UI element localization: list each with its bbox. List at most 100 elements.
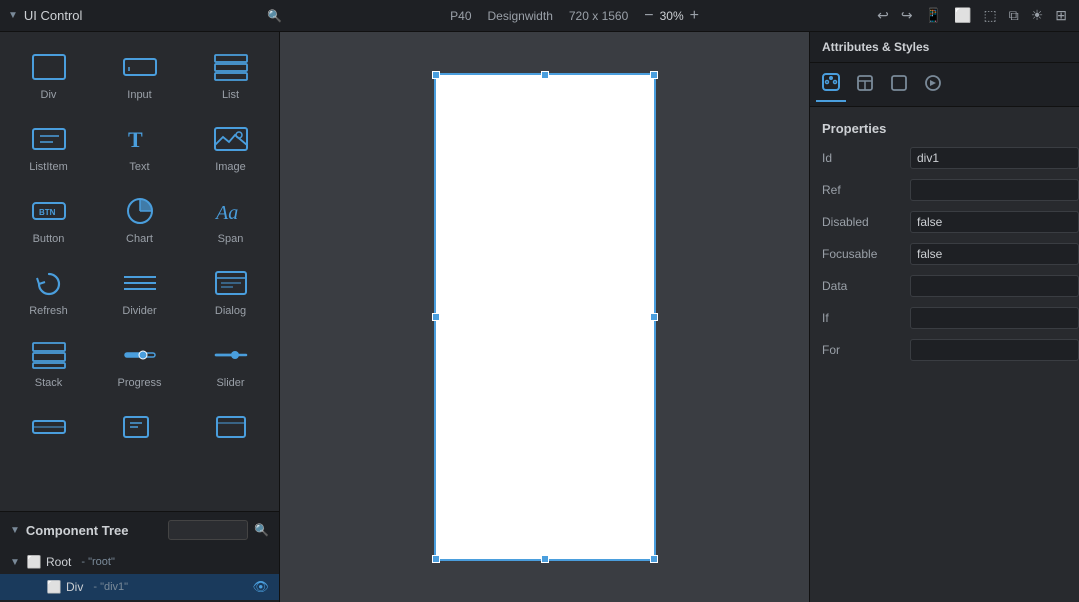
handle-bottom-center[interactable] — [541, 555, 549, 563]
prop-value-focusable[interactable] — [910, 243, 1079, 265]
component-slider[interactable]: Slider — [186, 328, 275, 398]
prop-value-for[interactable] — [910, 339, 1079, 361]
component-image[interactable]: Image — [186, 112, 275, 182]
rotate-button[interactable]: ⬚ — [979, 4, 1000, 27]
component-extra2[interactable] — [95, 400, 184, 452]
components-row-1: Div Input — [4, 40, 275, 110]
layers-button[interactable]: ⧉ — [1005, 4, 1023, 27]
component-list[interactable]: List — [186, 40, 275, 110]
panel-search-button[interactable]: 🔍 — [261, 7, 288, 25]
design-label: Designwidth — [488, 9, 553, 23]
redo-button[interactable]: ↪ — [897, 4, 917, 27]
prop-value-if[interactable] — [910, 307, 1079, 329]
tree-search-input[interactable] — [168, 520, 248, 540]
top-toolbar: ▼ UI Control 🔍 P40 Designwidth 720 x 156… — [0, 0, 1079, 32]
handle-top-right[interactable] — [650, 71, 658, 79]
extra1-icon — [29, 411, 69, 443]
sun-button[interactable]: ☀ — [1027, 4, 1048, 27]
expand-icon: ▼ — [8, 10, 18, 21]
components-grid: Div Input — [0, 32, 279, 511]
layout-tab[interactable] — [850, 68, 880, 101]
prop-row-if: If — [810, 302, 1079, 334]
style-tab[interactable] — [884, 68, 914, 101]
right-panel-tabs: Attributes & Styles — [810, 32, 1079, 63]
components-row-6 — [4, 400, 275, 452]
right-panel: Attributes & Styles — [809, 32, 1079, 602]
div-item-icon: ⬜ — [46, 580, 62, 594]
main-layout: Div Input — [0, 32, 1079, 602]
span-icon: Aa — [211, 195, 251, 227]
title-section: ▼ UI Control 🔍 — [8, 7, 288, 25]
handle-middle-right[interactable] — [650, 313, 658, 321]
component-listitem[interactable]: ListItem — [4, 112, 93, 182]
component-progress[interactable]: Progress — [95, 328, 184, 398]
root-expand-arrow: ▼ — [10, 557, 22, 568]
components-row-5: Stack Progress — [4, 328, 275, 398]
div-eye-icon[interactable]: 👁 — [252, 579, 269, 595]
prop-label-focusable: Focusable — [822, 247, 902, 261]
tree-title: Component Tree — [26, 523, 162, 538]
prop-value-disabled[interactable] — [910, 211, 1079, 233]
svg-text:Aa: Aa — [214, 202, 238, 224]
refresh-label: Refresh — [29, 305, 68, 317]
prop-label-data: Data — [822, 279, 902, 293]
handle-top-center[interactable] — [541, 71, 549, 79]
prop-value-data[interactable] — [910, 275, 1079, 297]
refresh-icon — [29, 267, 69, 299]
attributes-title: Attributes & Styles — [818, 32, 933, 62]
prop-label-ref: Ref — [822, 183, 902, 197]
tree-item-div[interactable]: ⬜ Div - "div1" 👁 — [0, 574, 279, 600]
div-item-name: Div — [66, 580, 83, 594]
handle-top-left[interactable] — [432, 71, 440, 79]
list-label: List — [222, 89, 239, 101]
center-canvas[interactable] — [280, 32, 809, 602]
slider-label: Slider — [216, 377, 244, 389]
component-dialog[interactable]: Dialog — [186, 256, 275, 326]
tablet-view-button[interactable]: ⬜ — [950, 4, 975, 27]
progress-icon — [120, 339, 160, 371]
grid-button[interactable]: ⊞ — [1051, 4, 1071, 27]
zoom-controls: − 30% + — [644, 8, 699, 24]
component-text[interactable]: T Text — [95, 112, 184, 182]
component-input[interactable]: Input — [95, 40, 184, 110]
component-div[interactable]: Div — [4, 40, 93, 110]
handle-bottom-right[interactable] — [650, 555, 658, 563]
component-button[interactable]: BTN Button — [4, 184, 93, 254]
prop-value-ref[interactable] — [910, 179, 1079, 201]
button-icon: BTN — [29, 195, 69, 227]
chart-icon — [120, 195, 160, 227]
extra2-icon — [120, 411, 160, 443]
div-label: Div — [41, 89, 57, 101]
undo-button[interactable]: ↩ — [873, 4, 893, 27]
component-stack[interactable]: Stack — [4, 328, 93, 398]
divider-label: Divider — [122, 305, 156, 317]
handle-middle-left[interactable] — [432, 313, 440, 321]
zoom-out-button[interactable]: − — [644, 8, 653, 24]
prop-label-disabled: Disabled — [822, 215, 902, 229]
component-refresh[interactable]: Refresh — [4, 256, 93, 326]
prop-value-id[interactable] — [910, 147, 1079, 169]
input-label: Input — [127, 89, 151, 101]
tree-items: ▼ ⬜ Root - "root" ⬜ Div - "div1" 👁 — [0, 548, 279, 602]
component-chart[interactable]: Chart — [95, 184, 184, 254]
component-extra1[interactable] — [4, 400, 93, 452]
components-row-2: ListItem T Text — [4, 112, 275, 182]
prop-row-id: Id — [810, 142, 1079, 174]
phone-view-button[interactable]: 📱 — [921, 4, 946, 27]
image-icon — [211, 123, 251, 155]
component-extra3[interactable] — [186, 400, 275, 452]
listitem-label: ListItem — [29, 161, 68, 173]
events-tab[interactable] — [918, 68, 948, 101]
prop-row-focusable: Focusable — [810, 238, 1079, 270]
tree-expand-icon: ▼ — [10, 525, 20, 536]
component-divider[interactable]: Divider — [95, 256, 184, 326]
zoom-value: 30% — [660, 9, 684, 23]
tree-item-root[interactable]: ▼ ⬜ Root - "root" — [0, 550, 279, 574]
root-item-id: - "root" — [81, 556, 114, 568]
zoom-in-button[interactable]: + — [690, 8, 699, 24]
div-item-id: - "div1" — [93, 581, 128, 593]
divider-icon — [120, 267, 160, 299]
properties-tab[interactable] — [816, 67, 846, 102]
component-span[interactable]: Aa Span — [186, 184, 275, 254]
handle-bottom-left[interactable] — [432, 555, 440, 563]
